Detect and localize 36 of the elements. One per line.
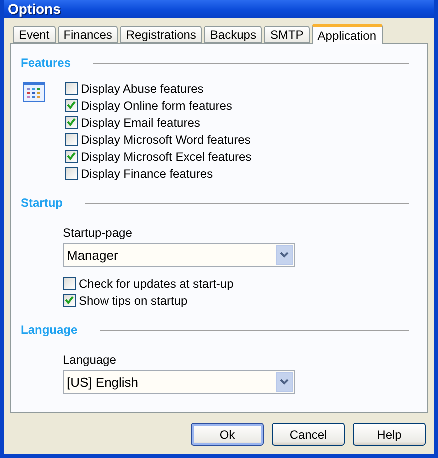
window-title: Options [8,1,61,17]
chevron-down-icon [280,379,289,385]
dropdown[interactable]: [US] English [63,370,295,394]
tab[interactable]: SMTP [264,26,310,43]
checkbox[interactable] [65,167,78,180]
dialog-button[interactable]: Help [353,423,426,446]
checkbox-label: Display Finance features [81,166,214,180]
field-label: Startup-page [63,226,134,240]
chevron-down-icon [280,252,289,258]
tab[interactable]: Finances [58,26,118,43]
checkbox-label: Show tips on startup [79,294,188,308]
checkbox-label: Display Online form features [81,98,232,112]
field-label: Language [63,353,118,367]
checkbox[interactable] [63,277,76,290]
checkbox[interactable] [65,99,78,112]
dropdown[interactable]: Manager [63,243,295,267]
checkbox[interactable] [65,133,78,146]
checkbox[interactable] [65,82,78,95]
section-heading: Startup [21,196,63,210]
checkbox[interactable] [65,116,78,129]
tab[interactable]: Registrations [120,26,202,43]
checkbox-label: Display Email features [81,116,200,130]
tab[interactable]: Event [13,26,56,43]
checkbox-label: Display Abuse features [81,82,204,96]
section-heading: Features [21,56,72,70]
checkbox-label: Check for updates at start-up [79,276,234,290]
grid-icon [23,82,45,102]
dialog-button[interactable]: Ok [191,423,264,446]
tab[interactable]: Application [312,24,383,44]
checkbox[interactable] [63,294,76,307]
dialog-button[interactable]: Cancel [272,423,345,446]
checkbox[interactable] [65,150,78,163]
checkbox-label: Display Microsoft Word features [81,132,251,146]
checkbox-label: Display Microsoft Excel features [81,150,252,164]
section-heading: Language [21,323,78,337]
tab[interactable]: Backups [204,26,262,43]
